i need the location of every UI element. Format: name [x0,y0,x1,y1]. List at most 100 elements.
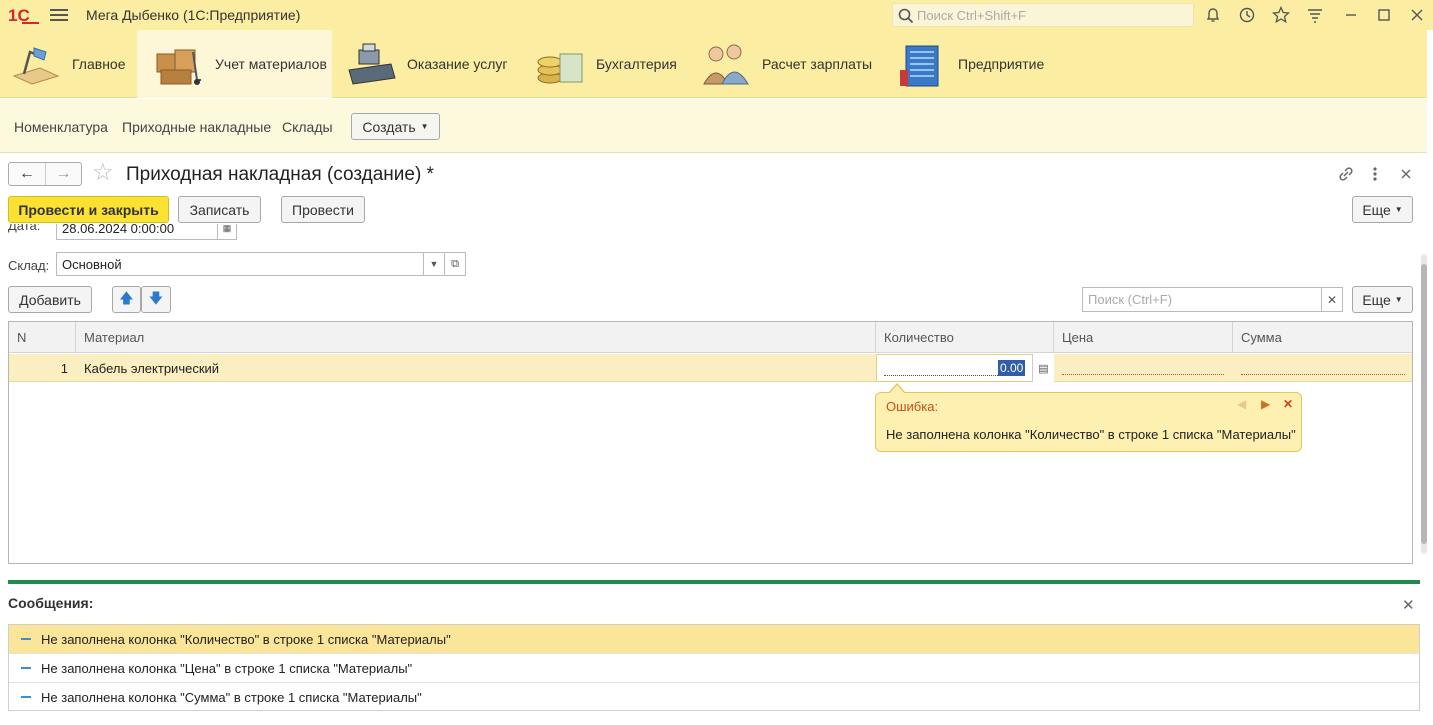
global-search-input[interactable]: Поиск Ctrl+Shift+F [892,3,1194,27]
move-up-icon[interactable]: 🡅 [112,286,141,313]
section-main[interactable]: Главное [10,30,136,98]
row-material[interactable]: Кабель электрический [76,354,876,381]
col-header-sum[interactable]: Сумма [1233,322,1412,353]
section-accounting-label: Бухгалтерия [596,56,677,72]
building-icon [896,40,948,88]
title-bar: 1С Мега Дыбенко (1С:Предприятие) Поиск C… [0,0,1433,30]
row-price[interactable] [1054,354,1233,381]
message-text: Не заполнена колонка "Количество" в стро… [41,632,451,647]
move-down-icon[interactable]: 🡇 [141,286,171,313]
messages-list: Не заполнена колонка "Количество" в стро… [8,624,1420,711]
forward-arrow-icon[interactable]: → [44,163,81,185]
favorites-star-icon[interactable] [1272,6,1290,24]
scrollbar-thumb[interactable] [1421,264,1427,544]
form-scrollbar[interactable] [1421,254,1427,554]
close-tooltip-icon[interactable]: ✕ [1283,397,1293,411]
nav-link-receipts[interactable]: Приходные накладные [122,119,271,135]
section-payroll-label: Расчет зарплаты [762,56,873,72]
close-messages-icon[interactable]: ✕ [1402,596,1415,614]
more-vert-icon[interactable] [1368,165,1382,183]
save-button[interactable]: Записать [178,196,261,223]
message-marker-icon [21,667,31,669]
open-item-icon[interactable]: ⧉ [444,252,466,276]
calendar-icon[interactable]: ▦ [217,224,237,240]
add-row-button[interactable]: Добавить [8,286,92,313]
close-window-icon[interactable] [1408,6,1426,24]
error-tooltip-title: Ошибка: [886,399,939,414]
table-more-button[interactable]: Еще ▼ [1352,286,1413,313]
main-menu-icon[interactable] [50,6,68,24]
post-button[interactable]: Провести [281,196,365,223]
maximize-icon[interactable] [1375,6,1393,24]
col-header-price[interactable]: Цена [1054,322,1233,353]
col-header-n[interactable]: N [9,322,76,353]
coins-icon [534,40,586,88]
clear-search-icon[interactable]: ✕ [1321,287,1343,312]
section-services[interactable]: Оказание услуг [345,30,515,98]
table-search-input[interactable]: Поиск (Ctrl+F) [1082,287,1322,312]
table-more-label: Еще [1362,291,1391,308]
search-icon [898,8,914,24]
prev-error-icon[interactable]: ◀ [1237,397,1246,411]
form-more-button[interactable]: Еще ▼ [1352,196,1413,223]
subsystem-nav: Номенклатура Приходные накладные Склады [0,99,1427,153]
next-error-icon[interactable]: ▶ [1261,397,1270,411]
1c-logo-icon[interactable]: 1С [8,4,40,26]
date-row-clipped: Дата: 28.06.2024 0:00:00 ▦ [0,224,1420,242]
back-arrow-icon[interactable]: ← [9,163,45,185]
message-text: Не заполнена колонка "Цена" в строке 1 с… [41,661,413,676]
close-form-icon[interactable] [1399,165,1413,183]
calculator-icon[interactable]: ▤ [1032,354,1054,382]
history-icon[interactable] [1238,6,1256,24]
chevron-down-icon: ▼ [1394,205,1403,214]
message-marker-icon [21,696,31,698]
section-enterprise-label: Предприятие [958,56,1045,72]
dropdown-chevron-icon[interactable]: ▼ [423,252,445,276]
messages-divider[interactable] [8,580,1420,584]
message-marker-icon [21,638,31,640]
create-button-label: Создать [362,118,416,135]
section-main-label: Главное [72,56,126,72]
cash-register-icon [345,40,397,88]
form-title: Приходная накладная (создание) * [126,164,434,185]
warehouse-input[interactable]: Основной [56,252,424,276]
messages-title: Сообщения: [8,595,94,611]
message-item[interactable]: Не заполнена колонка "Цена" в строке 1 с… [9,654,1419,683]
settings-menu-icon[interactable] [1306,6,1324,24]
section-accounting[interactable]: Бухгалтерия [534,30,684,98]
section-materials[interactable]: Учет материалов [137,30,332,98]
row-sum[interactable] [1233,354,1412,381]
message-item[interactable]: Не заполнена колонка "Количество" в стро… [9,625,1419,654]
history-nav: ← → [8,162,82,186]
chevron-down-icon: ▼ [1394,295,1403,304]
section-services-label: Оказание услуг [407,56,508,72]
bell-icon[interactable] [1204,6,1222,24]
nav-link-warehouses[interactable]: Склады [282,119,333,135]
minimize-icon[interactable] [1342,6,1360,24]
message-text: Не заполнена колонка "Сумма" в строке 1 … [41,690,422,705]
section-payroll[interactable]: Расчет зарплаты [700,30,880,98]
quantity-input[interactable] [876,354,1054,382]
people-icon [700,40,752,88]
nav-link-nomenclature[interactable]: Номенклатура [14,119,108,135]
chevron-down-icon: ▼ [420,122,429,131]
table-header: N Материал Количество Цена Сумма [9,322,1412,353]
bookmark-star-icon[interactable]: ☆ [92,161,114,185]
post-and-close-button[interactable]: Провести и закрыть [8,196,169,223]
form-more-label: Еще [1362,201,1391,218]
create-button[interactable]: Создать ▼ [351,113,440,140]
boxes-cart-icon [153,40,205,88]
warehouse-label: Склад: [8,258,50,273]
quantity-value[interactable]: 0.00 [998,360,1026,376]
link-icon[interactable] [1337,165,1355,183]
date-label: Дата: [8,224,41,233]
col-header-quantity[interactable]: Количество [876,322,1054,353]
message-item[interactable]: Не заполнена колонка "Сумма" в строке 1 … [9,683,1419,712]
desk-lamp-icon [10,40,62,88]
col-header-material[interactable]: Материал [76,322,876,353]
section-enterprise[interactable]: Предприятие [896,30,1046,98]
error-tooltip: Ошибка: ◀ ▶ ✕ Не заполнена колонка "Коли… [875,383,1302,452]
section-materials-label: Учет материалов [215,56,327,72]
app-title: Мега Дыбенко (1С:Предприятие) [86,7,301,23]
date-input[interactable]: 28.06.2024 0:00:00 [56,224,218,240]
